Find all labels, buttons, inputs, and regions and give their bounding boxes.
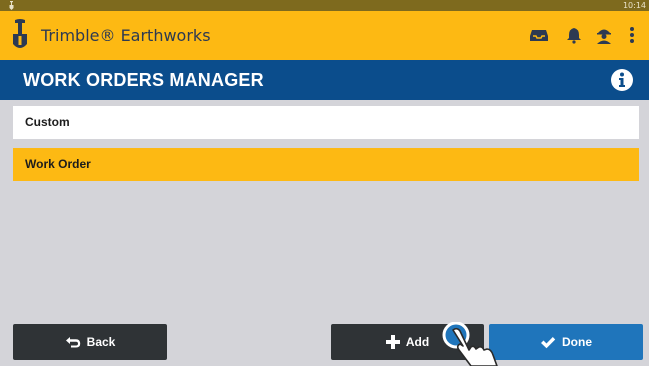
app-bar: Trimble® Earthworks [0,11,649,60]
work-order-list: Custom Work Order [13,106,639,190]
shovel-logo-icon [13,19,27,48]
back-arrow-icon [65,337,80,348]
inbox-icon[interactable] [529,26,549,44]
checkmark-icon [541,336,556,348]
list-item-custom[interactable]: Custom [13,106,639,139]
plus-icon [385,335,400,349]
shovel-small-icon [9,1,14,10]
list-item-work-order[interactable]: Work Order [13,148,639,181]
operator-icon[interactable] [594,26,614,44]
back-button-label: Back [86,335,116,349]
bell-icon[interactable] [564,26,584,44]
status-bar: 10:14 [0,0,649,11]
more-vert-icon[interactable] [626,26,638,44]
add-button-label: Add [405,335,430,349]
done-button[interactable]: Done [489,324,643,360]
page-header: WORK ORDERS MANAGER [0,60,649,100]
tap-hand-icon [442,322,498,366]
clock: 10:14 [622,1,646,10]
app-title: Trimble® Earthworks [41,26,211,45]
done-button-label: Done [562,335,592,349]
back-button[interactable]: Back [13,324,167,360]
info-icon[interactable] [610,68,634,92]
page-title: WORK ORDERS MANAGER [23,70,264,90]
